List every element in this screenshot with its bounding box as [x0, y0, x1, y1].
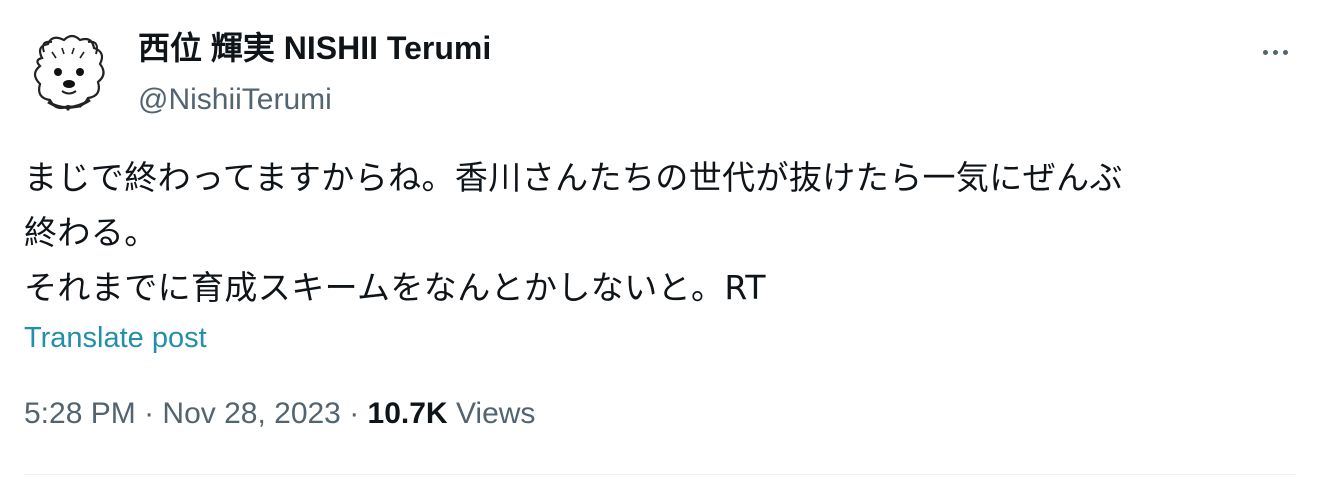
- tweet-card: 西位 輝実 NISHII Terumi @NishiiTerumi まじで終わっ…: [0, 0, 1334, 492]
- dog-sketch-avatar-icon: [22, 28, 114, 120]
- views-label: Views: [447, 397, 536, 430]
- post-text-line: それまでに育成スキームをなんとかしないと。RT: [24, 268, 766, 307]
- user-handle[interactable]: @NishiiTerumi: [138, 80, 491, 120]
- meta-separator: ·: [340, 397, 368, 430]
- divider: [24, 474, 1296, 475]
- more-horizontal-icon: [1262, 49, 1268, 55]
- post-meta: 5:28 PM · Nov 28, 2023 · 10.7K Views: [24, 392, 535, 436]
- more-options-button[interactable]: [1250, 36, 1300, 68]
- post-time[interactable]: 5:28 PM: [24, 397, 136, 430]
- post-date[interactable]: Nov 28, 2023: [162, 397, 340, 430]
- avatar[interactable]: [22, 28, 114, 120]
- more-horizontal-icon-dot: [1282, 49, 1288, 55]
- post-text-line: 終わる。: [24, 213, 158, 252]
- more-horizontal-icon-dot: [1272, 49, 1278, 55]
- display-name[interactable]: 西位 輝実 NISHII Terumi: [138, 26, 491, 70]
- post-text-line: まじで終わってますからね。香川さんたちの世代が抜けたら一気にぜんぶ: [24, 158, 1123, 197]
- meta-separator: ·: [135, 397, 163, 430]
- translate-post-link[interactable]: Translate post: [24, 318, 207, 358]
- views-count: 10.7K: [367, 397, 448, 430]
- post-text: まじで終わってますからね。香川さんたちの世代が抜けたら一気にぜんぶ 終わる。 そ…: [24, 150, 1314, 315]
- author-block: 西位 輝実 NISHII Terumi @NishiiTerumi: [138, 26, 491, 120]
